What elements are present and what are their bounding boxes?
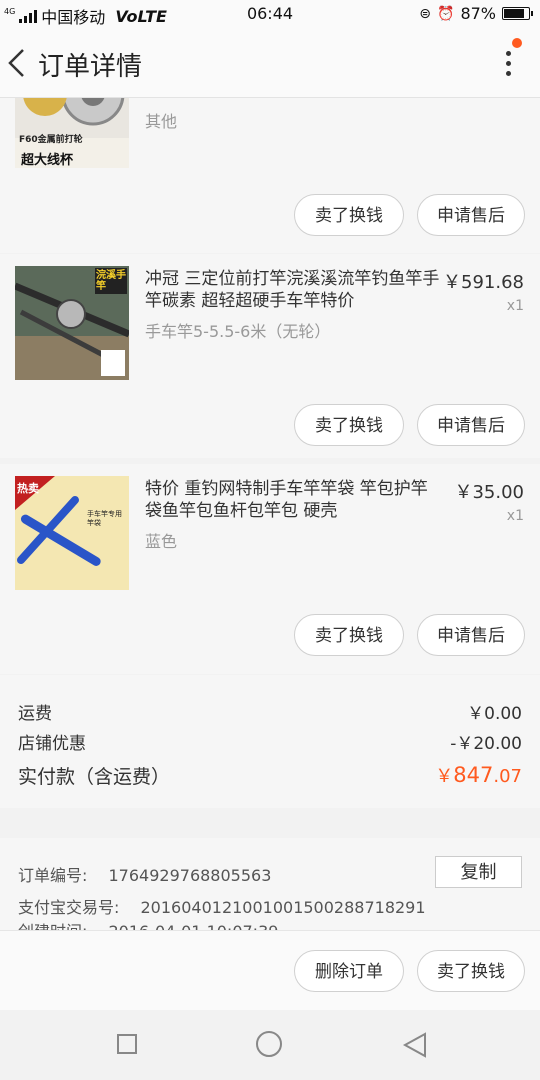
sell-button[interactable]: 卖了换钱	[417, 950, 525, 992]
alipay-label: 支付宝交易号:	[18, 898, 120, 917]
alipay-number: 2016040121001001500288718291	[140, 898, 426, 917]
back-arrow-icon[interactable]	[6, 48, 28, 78]
order-content[interactable]: F60金属前打轮 超大线杯 其他 卖了换钱 申请售后 浣溪手竿 冲冠 三定位前打…	[0, 98, 540, 930]
product-quantity: x1	[506, 298, 524, 314]
total-currency: ￥	[435, 766, 454, 787]
order-number-row: 订单编号: 1764929768805563	[18, 862, 271, 886]
app-header: 订单详情	[0, 28, 540, 98]
sell-button[interactable]: 卖了换钱	[294, 194, 404, 236]
discount-value: -￥20.00	[450, 734, 522, 754]
product-spec: 手车竿5-5.5-6米（无轮）	[145, 322, 331, 341]
recent-apps-icon[interactable]	[117, 1034, 137, 1054]
product-spec: 蓝色	[145, 532, 178, 551]
shipping-row: 运费 ￥0.00	[18, 699, 522, 724]
after-sales-button[interactable]: 申请售后	[417, 194, 525, 236]
discount-label: 店铺优惠	[18, 734, 86, 754]
created-label: 创建时间:	[18, 922, 87, 930]
order-item: F60金属前打轮 超大线杯 其他 卖了换钱 申请售后	[0, 98, 540, 253]
total-row: 实付款（含运费） ￥847.07	[18, 762, 522, 789]
product-image-caption: 超大线杯	[21, 153, 74, 168]
product-quantity: x1	[506, 508, 524, 524]
copy-button[interactable]: 复制	[435, 856, 522, 888]
product-image-caption: 手车竿专用竿袋	[87, 510, 122, 527]
shipping-value: ￥0.00	[467, 704, 522, 724]
page-title: 订单详情	[38, 52, 143, 82]
after-sales-button[interactable]: 申请售后	[417, 404, 525, 446]
total-value: ￥847.07	[435, 762, 522, 788]
battery-percent: 87%	[460, 4, 496, 23]
discount-row: 店铺优惠 -￥20.00	[18, 729, 522, 754]
product-spec: 其他	[145, 112, 178, 131]
product-name[interactable]: 冲冠 三定位前打竿浣溪溪流竿钓鱼竿手竿碳素 超轻超硬手车竿特价	[145, 268, 443, 312]
battery-fill	[504, 9, 524, 18]
order-item: 浣溪手竿 冲冠 三定位前打竿浣溪溪流竿钓鱼竿手竿碳素 超轻超硬手车竿特价 ￥59…	[0, 254, 540, 458]
order-number[interactable]: 1764929768805563	[109, 866, 272, 885]
product-name[interactable]: 特价 重钓网特制手车竿竿袋 竿包护竿袋鱼竿包鱼杆包竿包 硬壳	[145, 478, 443, 522]
notification-dot	[512, 38, 522, 48]
sell-button[interactable]: 卖了换钱	[294, 404, 404, 446]
back-icon[interactable]	[402, 1032, 428, 1058]
shipping-label: 运费	[18, 704, 52, 724]
home-icon[interactable]	[256, 1031, 282, 1057]
product-price: ￥35.00	[454, 482, 524, 503]
order-item: 热卖 手车竿专用竿袋 特价 重钓网特制手车竿竿袋 竿包护竿袋鱼竿包鱼杆包竿包 硬…	[0, 464, 540, 674]
total-label: 实付款（含运费）	[18, 766, 171, 788]
payment-summary: 运费 ￥0.00 店铺优惠 -￥20.00 实付款（含运费） ￥847.07	[0, 675, 540, 808]
delete-order-button[interactable]: 删除订单	[294, 950, 404, 992]
action-bar: 删除订单 卖了换钱	[0, 930, 540, 1010]
product-image-reel[interactable]: F60金属前打轮 超大线杯	[15, 98, 129, 168]
status-right: ⊜ ⏰ 87%	[419, 4, 533, 23]
after-sales-button[interactable]: 申请售后	[417, 614, 525, 656]
created-time: 2016-04-01 10:07:39	[109, 922, 279, 930]
alipay-row: 支付宝交易号: 2016040121001001500288718291	[18, 894, 426, 918]
system-nav-bar	[0, 1010, 540, 1080]
total-decimal: .07	[493, 766, 522, 787]
order-info: 订单编号: 1764929768805563 复制 支付宝交易号: 201604…	[0, 838, 540, 930]
created-row: 创建时间: 2016-04-01 10:07:39	[18, 918, 278, 930]
product-image-caption: F60金属前打轮	[19, 135, 83, 145]
total-integer: 847	[453, 763, 494, 787]
order-number-label: 订单编号:	[18, 866, 88, 885]
product-price: ￥591.68	[443, 272, 524, 293]
product-image-bag[interactable]: 热卖 手车竿专用竿袋	[15, 476, 129, 590]
sell-button[interactable]: 卖了换钱	[294, 614, 404, 656]
rotation-lock-icon: ⊜	[419, 5, 431, 22]
battery-icon	[502, 7, 533, 20]
product-image-rod[interactable]: 浣溪手竿	[15, 266, 129, 380]
more-options-icon[interactable]	[500, 46, 516, 86]
product-image-badge: 热卖	[17, 482, 39, 495]
status-bar: 4G 中国移动 VoLTE 06:44 ⊜ ⏰ 87%	[0, 0, 540, 28]
product-image-caption: 浣溪手竿	[96, 270, 126, 292]
alarm-icon: ⏰	[437, 5, 455, 22]
